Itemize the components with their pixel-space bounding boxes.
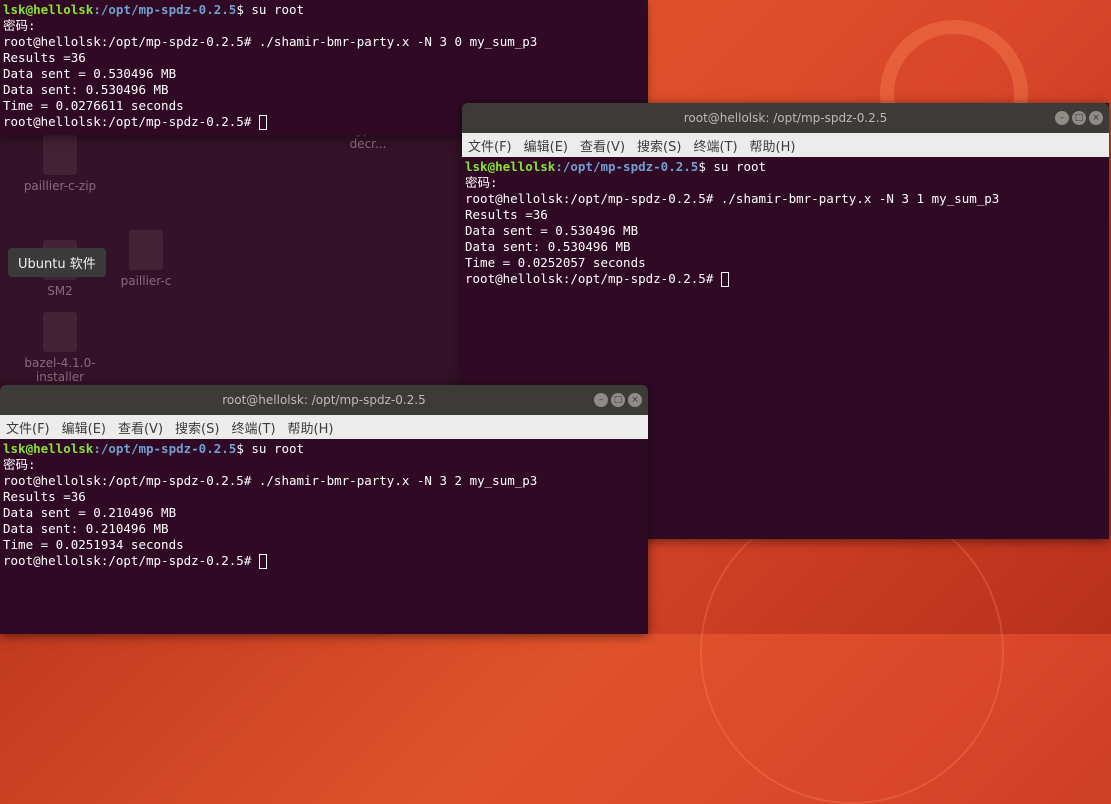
menu-bar: 文件(F) 编辑(E) 查看(V) 搜索(S) 终端(T) 帮助(H) xyxy=(462,133,1109,157)
maximize-button[interactable]: □ xyxy=(611,393,625,407)
menu-file[interactable]: 文件(F) xyxy=(6,418,50,437)
menu-search[interactable]: 搜索(S) xyxy=(175,418,219,437)
ubuntu-software-tooltip: Ubuntu 软件 xyxy=(8,248,106,277)
menu-help[interactable]: 帮助(H) xyxy=(288,418,334,437)
wallpaper-ring-2 xyxy=(700,500,1004,804)
menu-search[interactable]: 搜索(S) xyxy=(637,136,681,155)
window-title: root@hellolsk: /opt/mp-spdz-0.2.5 xyxy=(683,111,888,125)
maximize-button[interactable]: □ xyxy=(1072,111,1086,125)
text-cursor xyxy=(720,272,729,287)
file-icon xyxy=(43,312,77,352)
menu-edit[interactable]: 编辑(E) xyxy=(524,136,568,155)
close-button[interactable]: × xyxy=(1089,111,1103,125)
minimize-button[interactable]: – xyxy=(594,393,608,407)
terminal-output[interactable]: lsk@hellolsk:/opt/mp-spdz-0.2.5$ su root… xyxy=(0,439,648,571)
desktop-icon-paillier-zip[interactable]: paillier-c-zip xyxy=(20,135,100,193)
desktop-icon-paillier-c[interactable]: paillier-c xyxy=(106,230,186,288)
menu-edit[interactable]: 编辑(E) xyxy=(62,418,106,437)
folder-icon xyxy=(129,230,163,270)
window-titlebar[interactable]: root@hellolsk: /opt/mp-spdz-0.2.5 – □ × xyxy=(0,385,648,415)
menu-terminal[interactable]: 终端(T) xyxy=(693,136,737,155)
menu-view[interactable]: 查看(V) xyxy=(118,418,163,437)
menu-bar: 文件(F) 编辑(E) 查看(V) 搜索(S) 终端(T) 帮助(H) xyxy=(0,415,648,439)
menu-file[interactable]: 文件(F) xyxy=(468,136,512,155)
window-title: root@hellolsk: /opt/mp-spdz-0.2.5 xyxy=(222,393,426,407)
window-titlebar[interactable]: root@hellolsk: /opt/mp-spdz-0.2.5 – □ × xyxy=(462,103,1109,133)
minimize-button[interactable]: – xyxy=(1055,111,1069,125)
text-cursor xyxy=(258,554,267,569)
menu-view[interactable]: 查看(V) xyxy=(580,136,625,155)
menu-help[interactable]: 帮助(H) xyxy=(750,136,796,155)
file-icon xyxy=(43,135,77,175)
text-cursor xyxy=(258,115,267,130)
close-button[interactable]: × xyxy=(628,393,642,407)
desktop-icon-bazel[interactable]: bazel-4.1.0-installer xyxy=(20,312,100,384)
terminal-window-bottom[interactable]: root@hellolsk: /opt/mp-spdz-0.2.5 – □ × … xyxy=(0,385,648,634)
menu-terminal[interactable]: 终端(T) xyxy=(231,418,275,437)
terminal-output[interactable]: lsk@hellolsk:/opt/mp-spdz-0.2.5$ su root… xyxy=(462,157,1109,289)
